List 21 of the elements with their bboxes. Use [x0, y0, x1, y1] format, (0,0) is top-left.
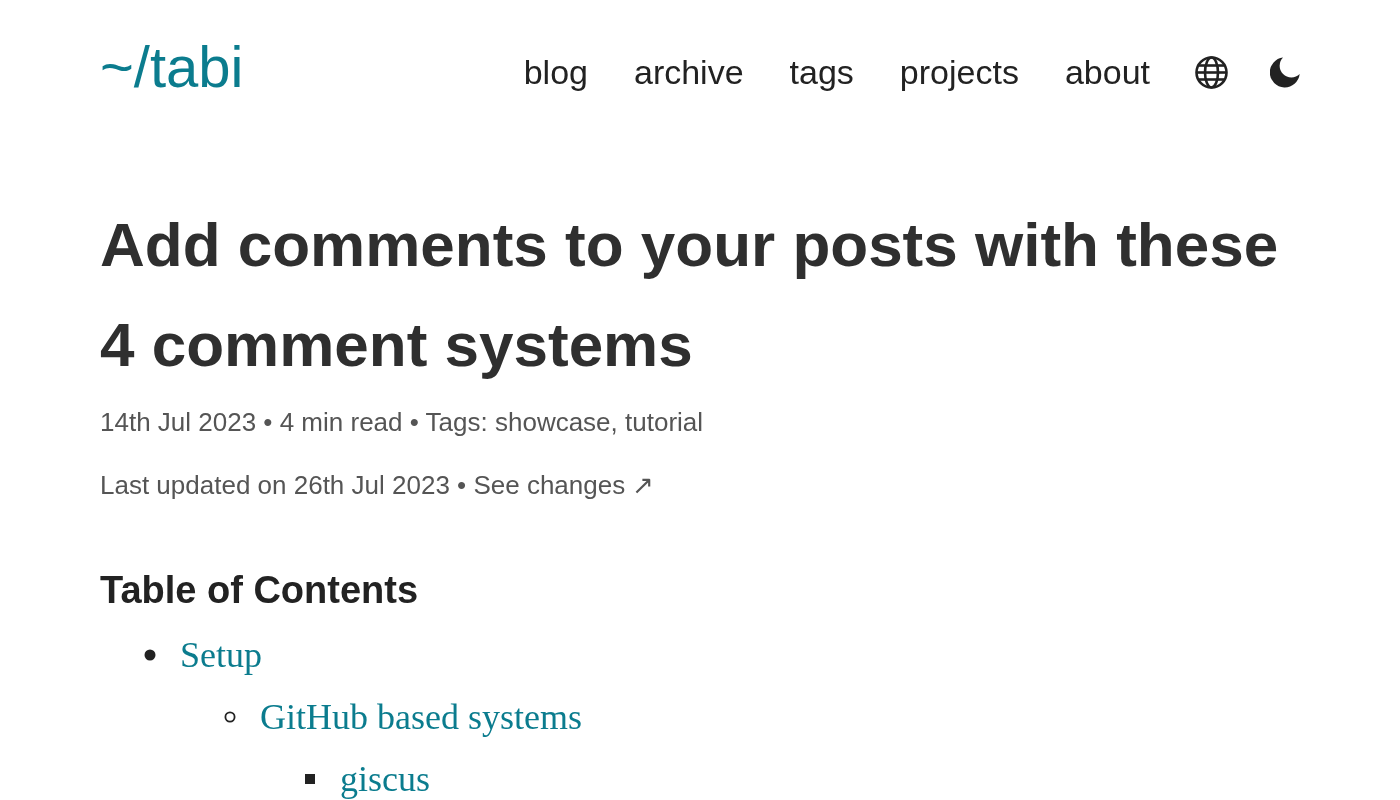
- square-bullet-icon: [304, 773, 316, 785]
- nav-link[interactable]: tags: [789, 51, 854, 93]
- last-updated-note: Last updated on 26th Jul 2023 • See changes ↗: [100, 469, 656, 502]
- language-button[interactable]: [1195, 55, 1228, 89]
- post-meta: 14th Jul 2023 • 4 min read • Tags: showcase, tutorial: [100, 406, 705, 439]
- nav-link[interactable]: blog: [523, 51, 588, 93]
- nav-link[interactable]: projects: [899, 51, 1019, 93]
- toc-link[interactable]: Setup: [180, 635, 262, 675]
- changes-link[interactable]: See changes ↗: [473, 470, 655, 500]
- circle-bullet-icon: [224, 711, 236, 723]
- site-logo[interactable]: ~/tabi: [100, 32, 244, 102]
- theme-toggle-button[interactable]: [1270, 56, 1300, 88]
- toc-link[interactable]: GitHub based systems: [260, 697, 582, 737]
- toc-link[interactable]: giscus: [340, 759, 430, 799]
- disc-bullet-icon: [144, 649, 156, 661]
- moon-icon: [1270, 56, 1300, 88]
- nav-link[interactable]: about: [1064, 51, 1150, 93]
- toc-heading: Table of Contents: [100, 568, 420, 613]
- post-title: Add comments to your posts with these 4 comment systems: [100, 209, 1280, 381]
- nav-link[interactable]: archive: [633, 51, 744, 93]
- globe-icon: [1195, 55, 1228, 89]
